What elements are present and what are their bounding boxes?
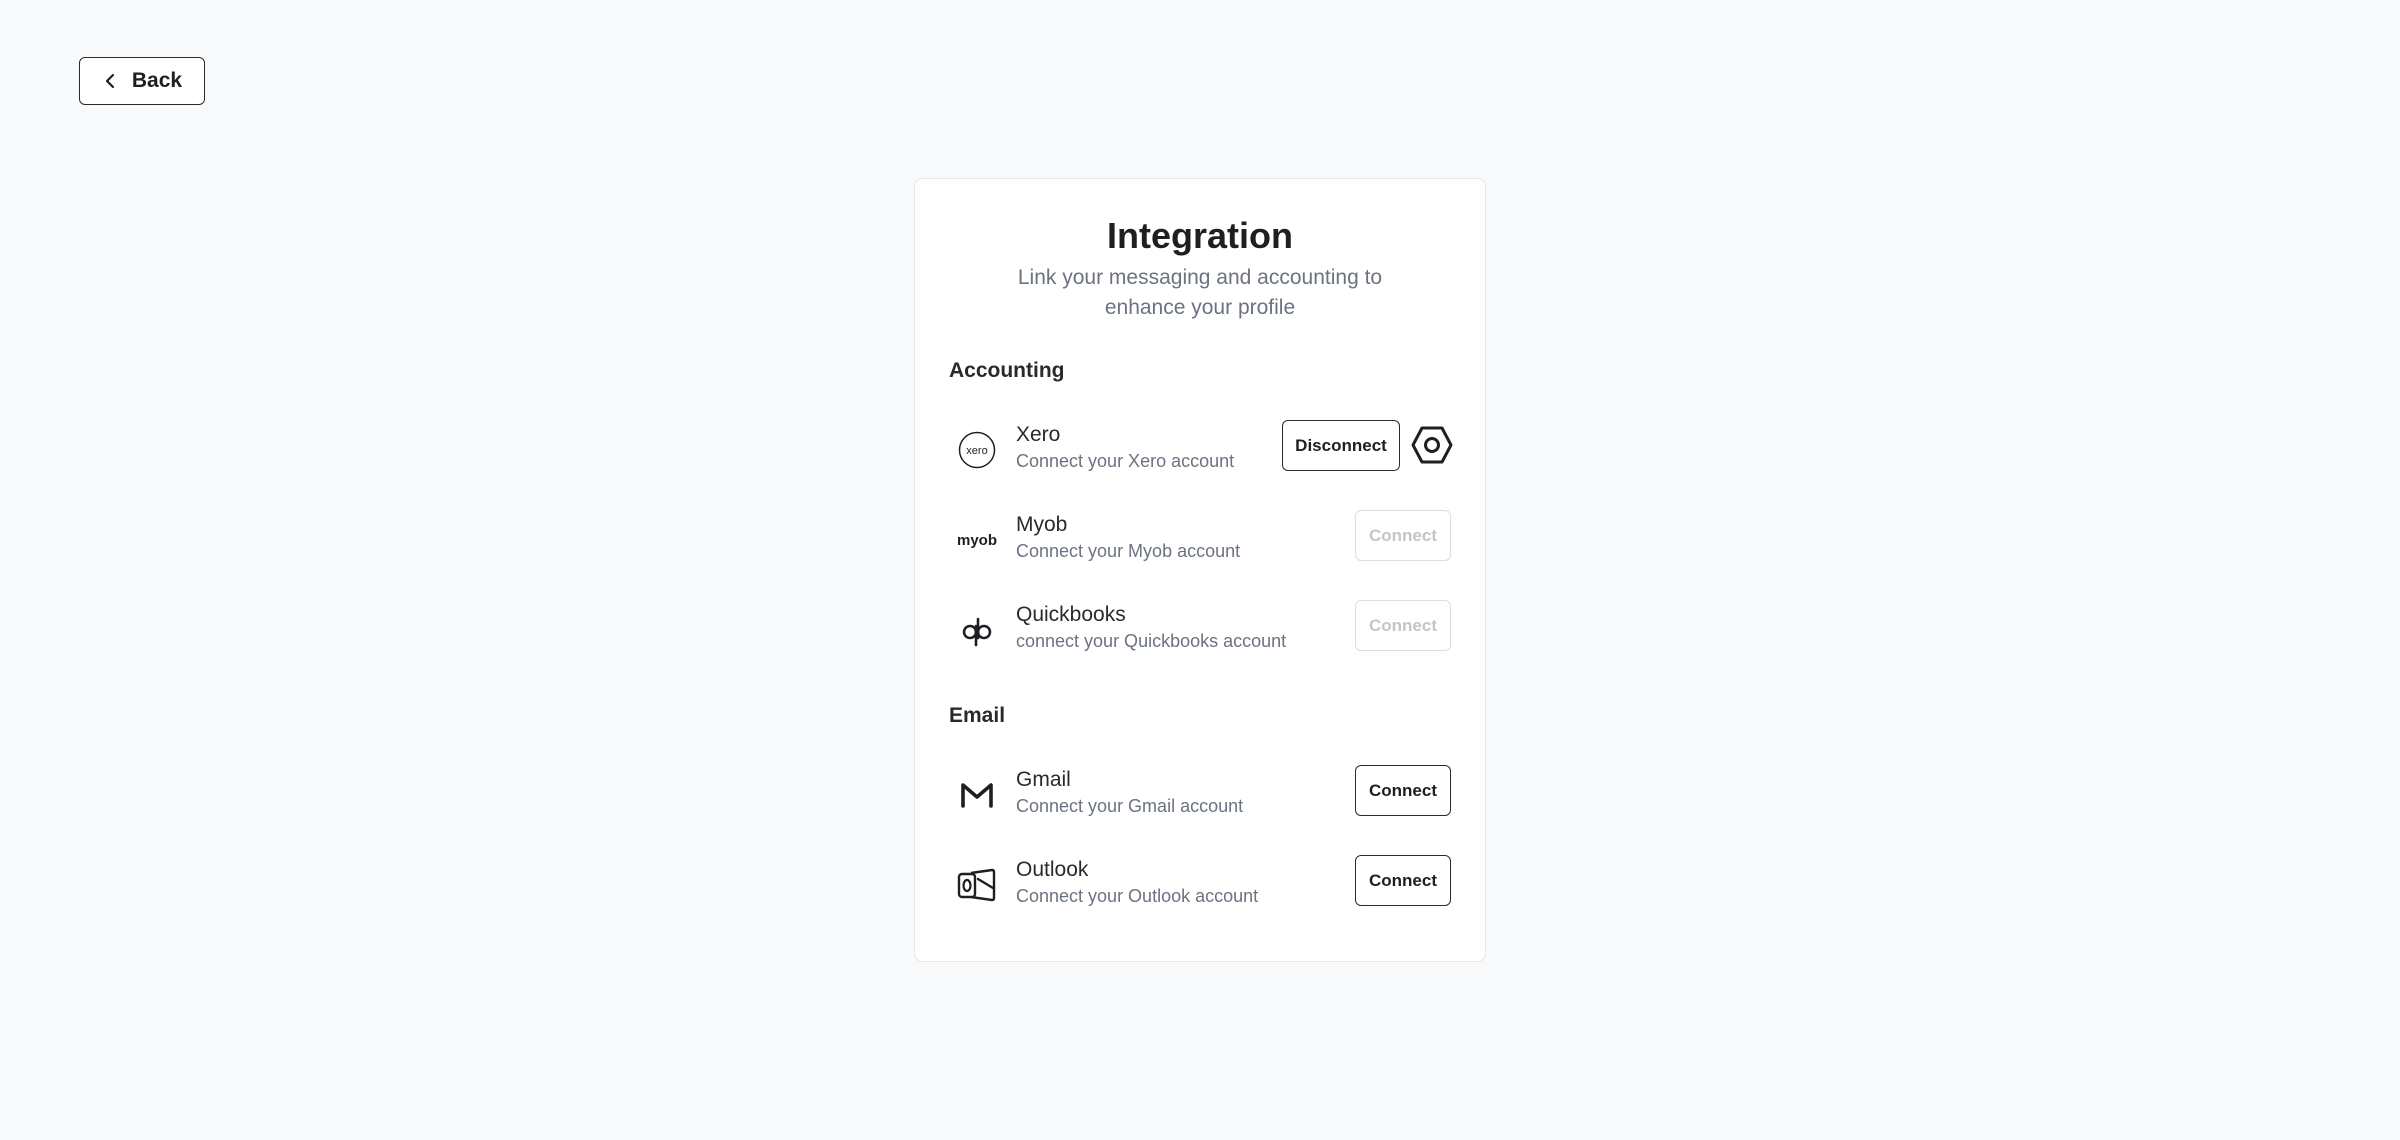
chevron-left-icon: [105, 73, 114, 89]
quickbooks-logo-icon: [955, 608, 999, 652]
gmail-logo-icon: [955, 773, 999, 817]
connect-button-quickbooks[interactable]: Connect: [1355, 600, 1451, 651]
section-heading-email: Email: [949, 704, 1006, 727]
page-title: Integration: [1107, 215, 1293, 256]
integration-description: Connect your Xero account: [1016, 451, 1235, 471]
page-subtitle: Link your messaging and accounting to en…: [1017, 266, 1383, 319]
integration-card: Integration Link your messaging and acco…: [914, 178, 1486, 962]
integration-name: Outlook: [1016, 858, 1089, 881]
xero-logo-icon: xero: [955, 428, 999, 472]
connect-button-gmail[interactable]: Connect: [1355, 765, 1451, 816]
integration-name: Myob: [1016, 513, 1068, 536]
integration-description: Connect your Outlook account: [1016, 886, 1259, 906]
myob-logo-icon: myob: [955, 518, 999, 562]
integration-description: Connect your Gmail account: [1016, 796, 1244, 816]
connect-button-outlook[interactable]: Connect: [1355, 855, 1451, 906]
integration-row-myob: myob Myob Connect your Myob account Conn…: [949, 510, 1451, 570]
integration-description: Connect your Myob account: [1016, 541, 1241, 561]
connect-button-myob[interactable]: Connect: [1355, 510, 1451, 561]
integration-description: connect your Quickbooks account: [1016, 631, 1287, 651]
integration-row-quickbooks: Quickbooks connect your Quickbooks accou…: [949, 600, 1451, 660]
integration-name: Quickbooks: [1016, 603, 1126, 626]
integration-row-outlook: Outlook Connect your Outlook account Con…: [949, 855, 1451, 915]
svg-text:xero: xero: [966, 445, 987, 457]
outlook-logo-icon: [955, 863, 999, 907]
disconnect-button-xero[interactable]: Disconnect: [1282, 420, 1400, 471]
integration-row-gmail: Gmail Connect your Gmail account Connect: [949, 765, 1451, 825]
section-heading-accounting: Accounting: [949, 359, 1065, 382]
integration-name: Xero: [1016, 423, 1061, 446]
svg-text:myob: myob: [957, 532, 997, 549]
back-button[interactable]: Back: [79, 57, 205, 105]
back-label: Back: [131, 69, 183, 92]
integration-row-xero: xero Xero Connect your Xero account Disc…: [949, 420, 1454, 480]
settings-hexagon-icon[interactable]: [1410, 423, 1454, 467]
integration-name: Gmail: [1016, 768, 1071, 791]
